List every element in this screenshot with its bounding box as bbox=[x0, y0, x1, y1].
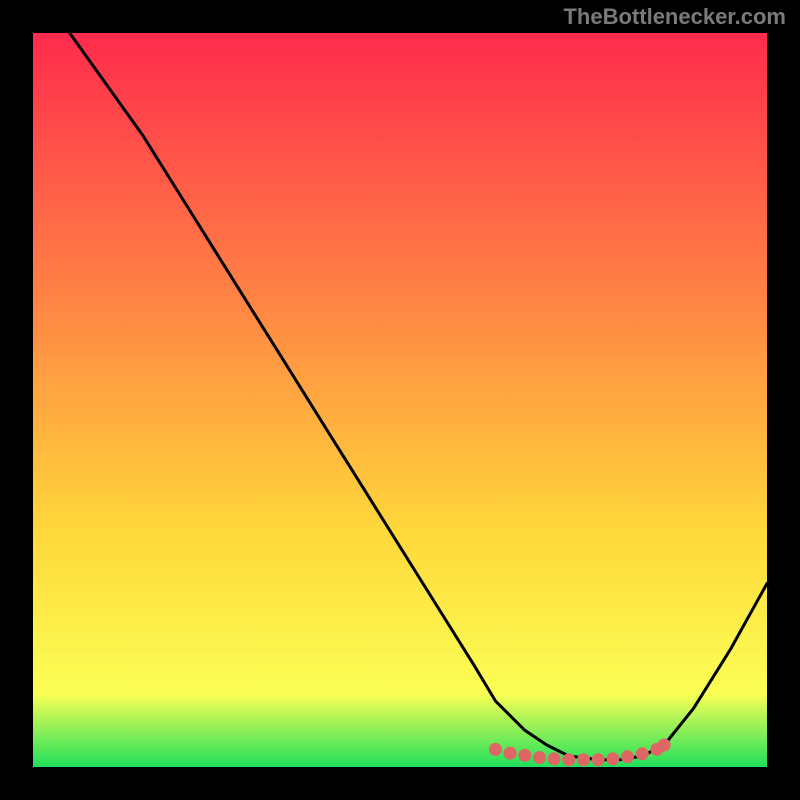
sweet-spot-dot bbox=[621, 750, 634, 763]
gradient-background bbox=[33, 33, 767, 767]
sweet-spot-dot bbox=[548, 752, 561, 765]
sweet-spot-dot bbox=[592, 753, 605, 766]
plot-area bbox=[33, 33, 767, 767]
sweet-spot-dot bbox=[533, 751, 546, 764]
sweet-spot-dot bbox=[562, 753, 575, 766]
sweet-spot-dot bbox=[636, 747, 649, 760]
sweet-spot-dot bbox=[489, 743, 502, 756]
sweet-spot-dot bbox=[658, 739, 671, 752]
sweet-spot-dot bbox=[577, 753, 590, 766]
attribution-text: TheBottlenecker.com bbox=[563, 4, 786, 30]
sweet-spot-dot bbox=[606, 752, 619, 765]
chart-frame: TheBottlenecker.com bbox=[0, 0, 800, 800]
sweet-spot-dot bbox=[504, 747, 517, 760]
sweet-spot-dot bbox=[518, 749, 531, 762]
chart-svg bbox=[33, 33, 767, 767]
